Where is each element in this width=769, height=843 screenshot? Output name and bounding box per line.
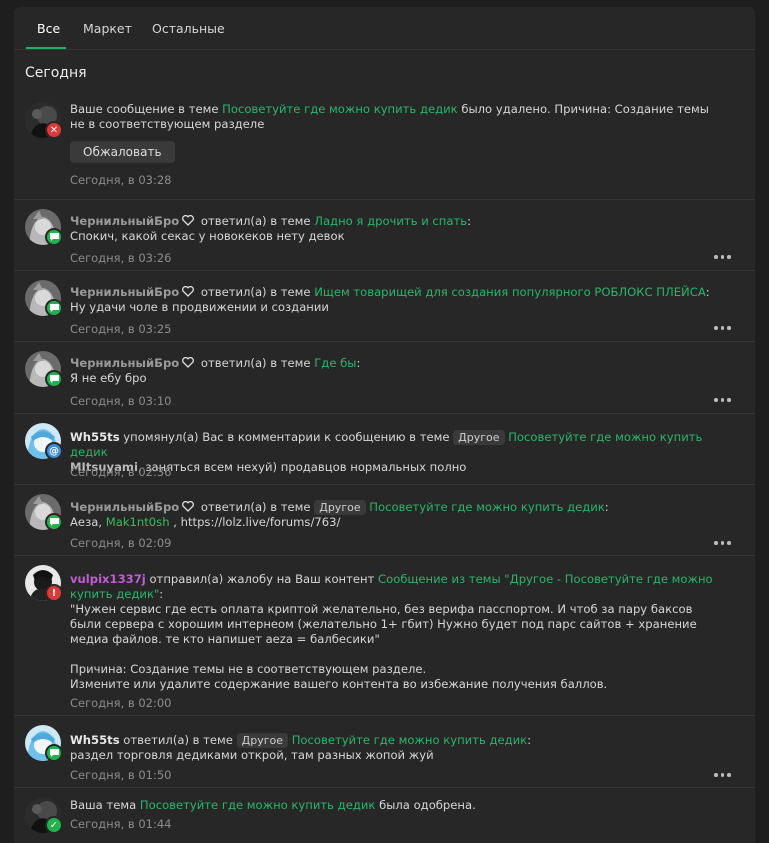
topic-link[interactable]: Посоветуйте где можно купить дедик [292,733,528,747]
more-options-icon[interactable] [714,395,734,405]
username[interactable]: Wh55ts [70,733,120,747]
topic-link[interactable]: Посоветуйте где можно купить дедик [140,798,376,812]
chat-icon [45,228,63,246]
forum-tag[interactable]: Другое [314,500,366,515]
topic-link[interactable]: Где бы [314,356,356,370]
more-options-icon[interactable] [714,252,734,262]
notification-text: ЧернильныйБро ответил(а) в теме Ладно я … [70,214,471,243]
timestamp: Сегодня, в 02:09 [70,536,172,550]
active-tab-indicator [26,47,66,49]
timestamp: Сегодня, в 03:10 [70,394,172,408]
notification-item: ЧернильныйБро ответил(а) в теме Где бы: … [14,342,755,414]
notification-text: ЧернильныйБро ответил(а) в теме Ищем тов… [70,285,710,314]
topic-link[interactable]: Посоветуйте где можно купить дедик [369,500,605,514]
more-options-icon[interactable] [714,538,734,548]
username[interactable]: ЧернильныйБро [70,500,179,514]
chat-icon [45,370,63,388]
username[interactable]: ЧернильныйБро [70,214,179,228]
message-body: Ну удачи чоле в продвижении и создании [70,300,329,314]
notification-item: Wh55ts ответил(а) в теме Другое Посовету… [14,716,755,788]
message-body: , заняться всем нехуй) продавцов нормаль… [137,460,467,474]
notification-text: Ваше сообщение в теме Посоветуйте где мо… [70,102,709,131]
timestamp: Сегодня, в 03:26 [70,251,172,265]
forum-tag[interactable]: Другое [236,733,289,748]
heart-icon [182,215,195,226]
chat-icon [45,744,63,762]
section-title-today: Сегодня [25,65,87,81]
heart-icon [182,286,195,297]
notification-text: vulpix1337j отправил(а) жалобу на Ваш ко… [70,572,713,691]
notification-text: ЧернильныйБро ответил(а) в теме Другое П… [70,500,609,529]
tab-market[interactable]: Маркет [83,21,132,36]
username[interactable]: ЧернильныйБро [70,356,179,370]
username[interactable]: Wh55ts [70,430,120,444]
timestamp: Сегодня, в 03:25 [70,322,172,336]
timestamp: Сегодня, в 01:50 [70,768,172,782]
timestamp: Сегодня, в 02:36 [70,465,172,479]
more-options-icon[interactable] [714,323,734,333]
message-body: Я не ебу бро [70,371,147,385]
notification-item: ЧернильныйБро ответил(а) в теме Ищем тов… [14,271,755,342]
notification-text: ЧернильныйБро ответил(а) в теме Где бы: … [70,356,361,385]
heart-icon [182,501,195,512]
x-icon: ✕ [45,121,63,139]
topic-link[interactable]: Ладно я дрочить и спать [314,214,467,228]
topic-link[interactable]: Посоветуйте где можно купить дедик [222,102,458,116]
tab-all[interactable]: Все [37,21,60,36]
notification-item: ЧернильныйБро ответил(а) в теме Другое П… [14,485,755,556]
notification-item: ЧернильныйБро ответил(а) в теме Ладно я … [14,200,755,271]
more-options-icon[interactable] [714,770,734,780]
heart-icon [182,357,195,368]
complaint-quote: "Нужен сервис где есть оплата криптой же… [70,602,697,646]
notification-item: ✓ Ваша тема Посоветуйте где можно купить… [14,788,755,843]
tab-bar: Все Маркет Остальные [14,7,755,50]
notification-item: ! vulpix1337j отправил(а) жалобу на Ваш … [14,556,755,716]
notification-text: Wh55ts ответил(а) в теме Другое Посовету… [70,733,532,762]
complaint-advice: Измените или удалите содержание вашего к… [70,677,608,691]
timestamp: Сегодня, в 02:00 [70,696,172,710]
message-body: раздел торговля дедиками открой, там раз… [70,748,434,762]
username[interactable]: vulpix1337j [70,572,146,586]
message-body: Спокич, какой секас у новокеков нету дев… [70,229,345,243]
complaint-reason: Причина: Создание темы не в соответствую… [70,662,427,676]
chat-icon [45,299,63,317]
check-icon: ✓ [45,816,63,834]
mentioned-user[interactable]: Mak1nt0sh [106,515,170,529]
notification-text: Ваша тема Посоветуйте где можно купить д… [70,798,476,812]
exclamation-icon: ! [45,584,63,602]
username[interactable]: ЧернильныйБро [70,285,179,299]
notification-item: @ Wh55ts упомянул(а) Вас в комментарии к… [14,414,755,485]
timestamp: Сегодня, в 03:28 [70,173,172,187]
at-icon: @ [45,442,63,460]
forum-tag[interactable]: Другое [453,430,505,445]
notification-item: ✕ Ваше сообщение в теме Посоветуйте где … [14,91,755,200]
timestamp: Сегодня, в 01:44 [70,817,172,831]
chat-icon [45,513,63,531]
appeal-button[interactable]: Обжаловать [70,141,175,163]
topic-link[interactable]: Ищем товарищей для создания популярного … [314,285,706,299]
notifications-panel: Все Маркет Остальные Сегодня ✕ Ваше сооб… [14,7,755,843]
tab-other[interactable]: Остальные [152,21,225,36]
